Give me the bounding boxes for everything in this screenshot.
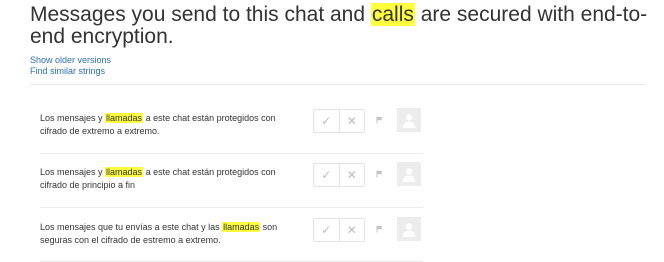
suggestion-text: Los mensajes y llamadas a este chat está… [40,167,276,190]
show-older-versions-link[interactable]: Show older versions [30,55,111,66]
flag-icon[interactable] [376,116,384,124]
source-string: Messages you send to this chat and calls… [30,3,655,48]
checkmark-icon: ✓ [321,168,332,182]
suggestion-text: Los mensajes y llamadas a este chat está… [40,113,276,136]
approve-button[interactable]: ✓ [314,164,339,186]
vote-buttons: ✓ ✕ [313,163,365,187]
x-icon: ✕ [346,114,357,128]
suggestion-row: Los mensajes y llamadas a este chat está… [40,154,423,208]
reject-button[interactable]: ✕ [338,110,365,132]
source-text-before: Messages you send to this chat and [30,3,371,26]
vote-buttons: ✓ ✕ [313,109,365,133]
x-icon: ✕ [346,223,357,237]
approve-button[interactable]: ✓ [314,110,339,132]
vote-buttons: ✓ ✕ [313,218,365,242]
user-avatar-icon [402,114,416,128]
approve-button[interactable]: ✓ [314,219,339,241]
source-highlight: calls [370,3,415,26]
find-similar-strings-link[interactable]: Find similar strings [30,66,111,77]
avatar [397,217,421,241]
flag-icon[interactable] [376,225,384,233]
reject-button[interactable]: ✕ [338,164,365,186]
suggestion-text: Los mensajes que tu envías a este chat y… [40,222,278,245]
suggestion-row: Los mensajes que tu envías a este chat y… [40,208,423,262]
x-icon: ✕ [346,168,357,182]
suggestion-list: Los mensajes y llamadas a este chat está… [40,100,423,262]
user-avatar-icon [402,168,416,182]
avatar [397,108,421,132]
suggestion-highlight: llamadas [105,113,144,123]
reject-button[interactable]: ✕ [338,219,365,241]
avatar [397,162,421,186]
source-links: Show older versions Find similar strings [30,55,111,77]
checkmark-icon: ✓ [321,114,332,128]
suggestion-highlight: llamadas [222,222,261,232]
suggestion-highlight: llamadas [105,167,144,177]
checkmark-icon: ✓ [321,223,332,237]
suggestion-row: Los mensajes y llamadas a este chat está… [40,100,423,154]
user-avatar-icon [402,223,416,237]
flag-icon[interactable] [376,170,384,178]
divider [30,84,646,85]
